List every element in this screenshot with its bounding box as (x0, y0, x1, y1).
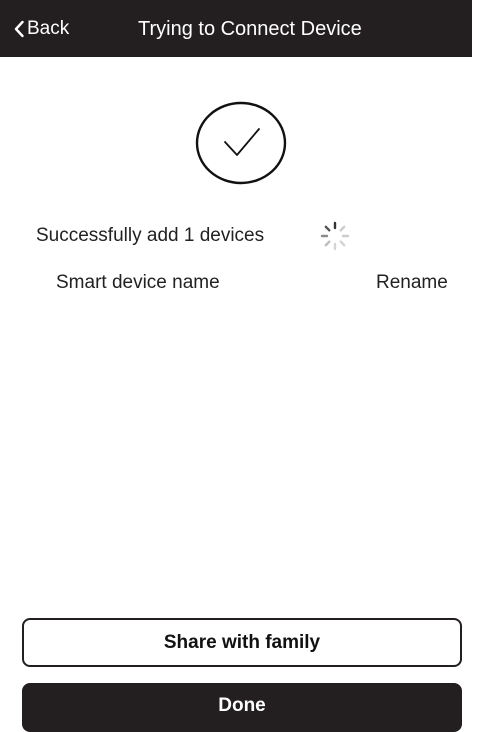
back-label: Back (27, 18, 70, 39)
checkmark-circle-icon (195, 101, 287, 185)
chevron-left-icon (14, 20, 24, 38)
success-message: Successfully add 1 devices (36, 225, 265, 246)
share-with-family-button[interactable]: Share with family (22, 618, 462, 667)
back-button[interactable]: Back (14, 14, 69, 44)
top-bar: Back Trying to Connect Device (0, 0, 472, 57)
right-edge-margin (476, 0, 481, 727)
page-title: Trying to Connect Device (138, 18, 362, 40)
rename-link[interactable]: Rename (376, 269, 448, 297)
device-name-label: Smart device name (56, 272, 220, 293)
done-button[interactable]: Done (22, 683, 462, 732)
spinner-icon (320, 221, 350, 251)
